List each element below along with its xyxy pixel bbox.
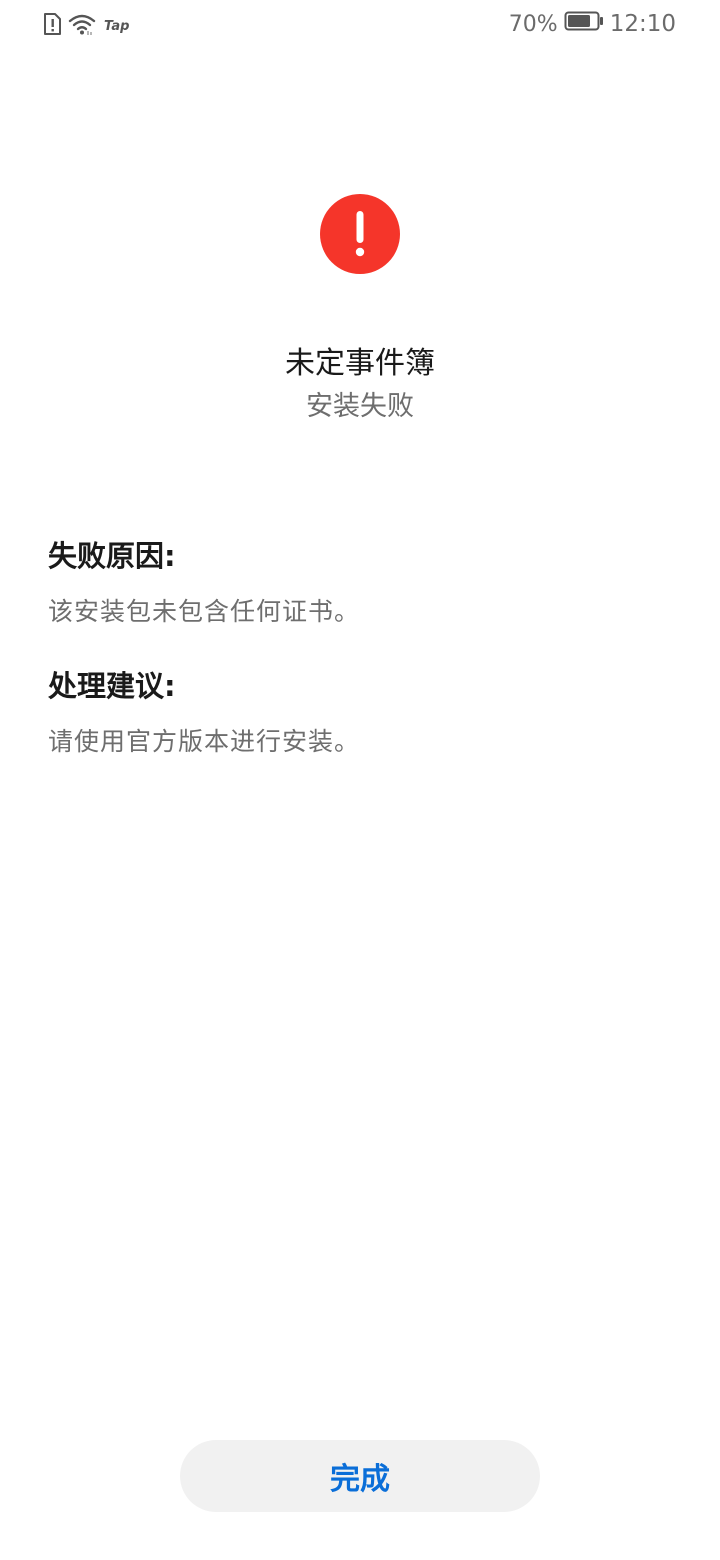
install-failed-screen: Tap 70% 12:10 未定事件簿 安装失败 失败原因: 该安装包未包含任何… bbox=[0, 0, 720, 1560]
done-button[interactable]: 完成 bbox=[180, 1440, 540, 1512]
app-name: 未定事件簿 bbox=[285, 346, 435, 381]
status-left-icons: Tap bbox=[42, 12, 129, 40]
status-bar: Tap 70% 12:10 bbox=[0, 0, 720, 50]
exclamation-icon bbox=[320, 194, 400, 274]
wifi-icon bbox=[68, 12, 96, 40]
failure-reason-heading: 失败原因: bbox=[48, 539, 176, 573]
tap-label: Tap bbox=[104, 18, 130, 34]
battery-icon bbox=[564, 10, 604, 38]
suggestion-heading: 处理建议: bbox=[48, 669, 176, 703]
status-right: 70% 12:10 bbox=[509, 10, 676, 38]
battery-percent: 70% bbox=[508, 11, 558, 37]
failure-reason-text: 该安装包未包含任何证书。 bbox=[48, 597, 361, 626]
sim-alert-icon bbox=[42, 12, 62, 40]
clock: 12:10 bbox=[609, 11, 676, 37]
suggestion-text: 请使用官方版本进行安装。 bbox=[48, 727, 361, 756]
install-status: 安装失败 bbox=[306, 391, 414, 422]
